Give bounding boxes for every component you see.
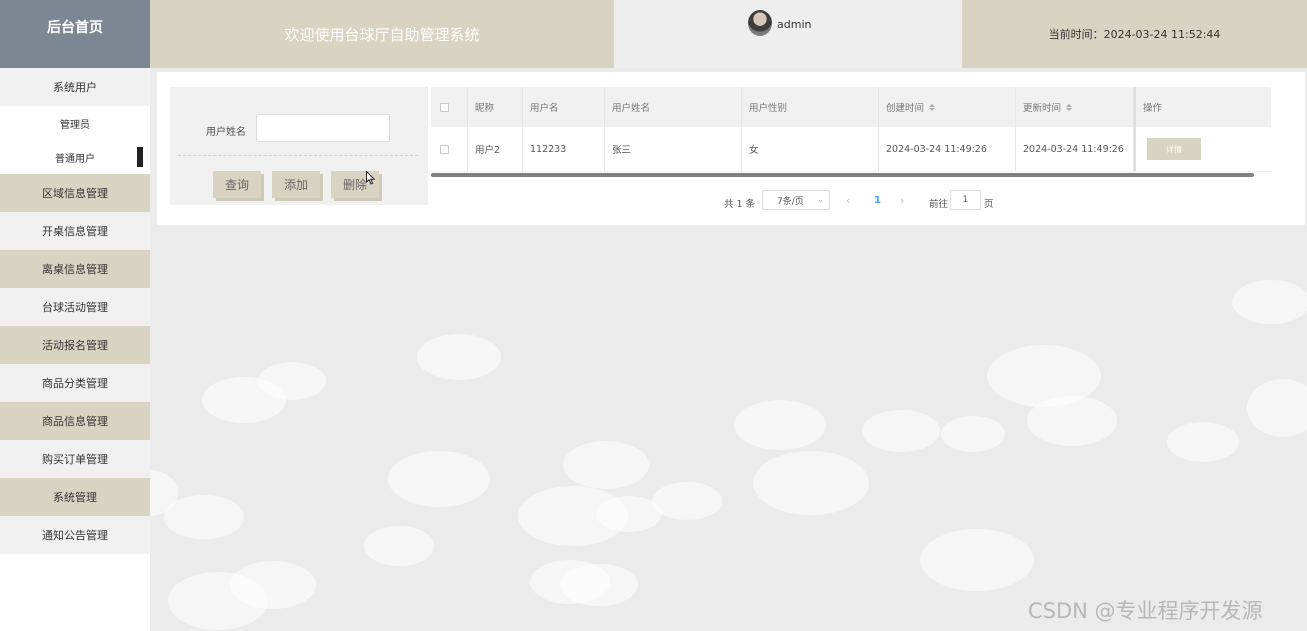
background-bubble bbox=[1232, 280, 1307, 324]
detail-button[interactable]: 详情 bbox=[1147, 138, 1201, 160]
content-panel: 用户姓名 查询 添加 删除 昵称 用户名 用户姓名 用户性别 创建时间 更新时间… bbox=[157, 72, 1305, 225]
current-page[interactable]: 1 bbox=[874, 195, 881, 206]
sidebar-item-open-table[interactable]: 开桌信息管理 bbox=[0, 212, 150, 250]
header-action: 操作 bbox=[1134, 87, 1271, 127]
checkbox-icon[interactable] bbox=[440, 102, 449, 112]
sidebar-item-notice[interactable]: 通知公告管理 bbox=[0, 516, 150, 554]
background-bubble bbox=[168, 572, 268, 630]
goto-page-input[interactable]: 1 bbox=[950, 190, 981, 210]
mouse-cursor-icon bbox=[366, 171, 376, 185]
pagination: 共 1 条 7条/页 ⌄ ‹ 1 › 前往 1 页 bbox=[157, 190, 1305, 214]
search-area: 用户姓名 查询 添加 删除 bbox=[170, 87, 428, 205]
sidebar-item-system-user[interactable]: 系统用户 bbox=[0, 68, 150, 106]
sidebar-item-area[interactable]: 区域信息管理 bbox=[0, 174, 150, 212]
header-updated-time[interactable]: 更新时间 bbox=[1016, 87, 1134, 127]
background-bubble bbox=[753, 451, 869, 515]
prev-page-icon[interactable]: ‹ bbox=[846, 194, 850, 207]
background-bubble bbox=[920, 529, 1034, 591]
header-gender: 用户性别 bbox=[742, 87, 879, 127]
header-select-all[interactable] bbox=[431, 87, 468, 127]
chevron-down-icon: ⌄ bbox=[817, 195, 824, 204]
header-realname: 用户姓名 bbox=[605, 87, 742, 127]
sidebar-subitem-normal-user[interactable]: 普通用户 bbox=[0, 140, 150, 174]
total-count: 共 1 条 bbox=[724, 199, 756, 210]
sidebar-subitem-label: 普通用户 bbox=[55, 153, 95, 165]
header-username: 用户名 bbox=[523, 87, 605, 127]
cell-username: 112233 bbox=[523, 127, 605, 171]
goto-label: 前往 bbox=[929, 199, 949, 210]
background-bubble bbox=[417, 334, 501, 380]
cell-gender: 女 bbox=[742, 127, 879, 171]
sidebar: 系统用户 管理员 普通用户 区域信息管理 开桌信息管理 离桌信息管理 台球活动管… bbox=[0, 68, 150, 631]
cell-nickname: 用户2 bbox=[468, 127, 523, 171]
header-nickname: 昵称 bbox=[468, 87, 523, 127]
cell-action: 详情 bbox=[1134, 127, 1271, 171]
background-bubble bbox=[164, 495, 244, 539]
header-created-time[interactable]: 创建时间 bbox=[879, 87, 1016, 127]
sidebar-subitem-admin[interactable]: 管理员 bbox=[0, 106, 150, 140]
page-size-select[interactable]: 7条/页 ⌄ bbox=[762, 190, 830, 210]
sidebar-item-activity[interactable]: 台球活动管理 bbox=[0, 288, 150, 326]
main-content: 用户姓名 查询 添加 删除 昵称 用户名 用户姓名 用户性别 创建时间 更新时间… bbox=[150, 68, 1307, 631]
sidebar-item-product-info[interactable]: 商品信息管理 bbox=[0, 402, 150, 440]
background-bubble bbox=[1027, 396, 1117, 446]
background-bubble bbox=[560, 564, 638, 606]
header: 后台首页 欢迎使用台球厅自助管理系统 admin 当前时间：2024-03-24… bbox=[0, 0, 1307, 68]
sidebar-item-activity-signup[interactable]: 活动报名管理 bbox=[0, 326, 150, 364]
next-page-icon[interactable]: › bbox=[900, 194, 904, 207]
background-bubble bbox=[652, 482, 722, 520]
current-time: 当前时间：2024-03-24 11:52:44 bbox=[962, 0, 1307, 68]
user-table: 昵称 用户名 用户姓名 用户性别 创建时间 更新时间 操作 用户2 112233… bbox=[431, 87, 1271, 179]
username[interactable]: admin bbox=[777, 18, 811, 31]
background-bubble bbox=[941, 416, 1005, 452]
background-bubble bbox=[388, 451, 490, 507]
username-search-label: 用户姓名 bbox=[206, 127, 246, 138]
background-bubble bbox=[1247, 379, 1307, 437]
user-box: admin bbox=[614, 0, 962, 68]
row-select[interactable] bbox=[431, 127, 468, 171]
cell-created-time: 2024-03-24 11:49:26 bbox=[879, 127, 1016, 171]
table-header: 昵称 用户名 用户姓名 用户性别 创建时间 更新时间 操作 bbox=[431, 87, 1271, 127]
horizontal-scrollbar[interactable] bbox=[431, 173, 1254, 177]
background-bubble bbox=[563, 441, 649, 489]
header-updated-label: 更新时间 bbox=[1023, 103, 1062, 114]
page-unit-label: 页 bbox=[984, 199, 994, 210]
sidebar-item-system[interactable]: 系统管理 bbox=[0, 478, 150, 516]
sort-icon[interactable] bbox=[1066, 103, 1073, 111]
page-size-value: 7条/页 bbox=[777, 196, 804, 207]
checkbox-icon[interactable] bbox=[440, 144, 449, 154]
active-indicator bbox=[137, 147, 143, 167]
table-row: 用户2 112233 张三 女 2024-03-24 11:49:26 2024… bbox=[431, 127, 1271, 172]
home-link[interactable]: 后台首页 bbox=[0, 0, 150, 68]
background-bubble bbox=[862, 410, 940, 452]
avatar[interactable] bbox=[748, 10, 772, 36]
sidebar-item-orders[interactable]: 购买订单管理 bbox=[0, 440, 150, 478]
background-bubble bbox=[364, 526, 434, 566]
watermark: CSDN @专业程序开发源 bbox=[1028, 599, 1263, 623]
cell-realname: 张三 bbox=[605, 127, 742, 171]
cell-updated-time: 2024-03-24 11:49:26 bbox=[1016, 127, 1134, 171]
background-bubble bbox=[258, 362, 326, 400]
welcome-banner: 欢迎使用台球厅自助管理系统 bbox=[150, 0, 614, 68]
sort-icon[interactable] bbox=[929, 103, 936, 111]
sidebar-item-leave-table[interactable]: 离桌信息管理 bbox=[0, 250, 150, 288]
search-divider bbox=[178, 155, 418, 156]
header-created-label: 创建时间 bbox=[886, 103, 925, 114]
username-search-input[interactable] bbox=[256, 114, 390, 142]
sidebar-item-product-category[interactable]: 商品分类管理 bbox=[0, 364, 150, 402]
background-bubble bbox=[1167, 422, 1239, 462]
background-bubble bbox=[734, 400, 826, 450]
